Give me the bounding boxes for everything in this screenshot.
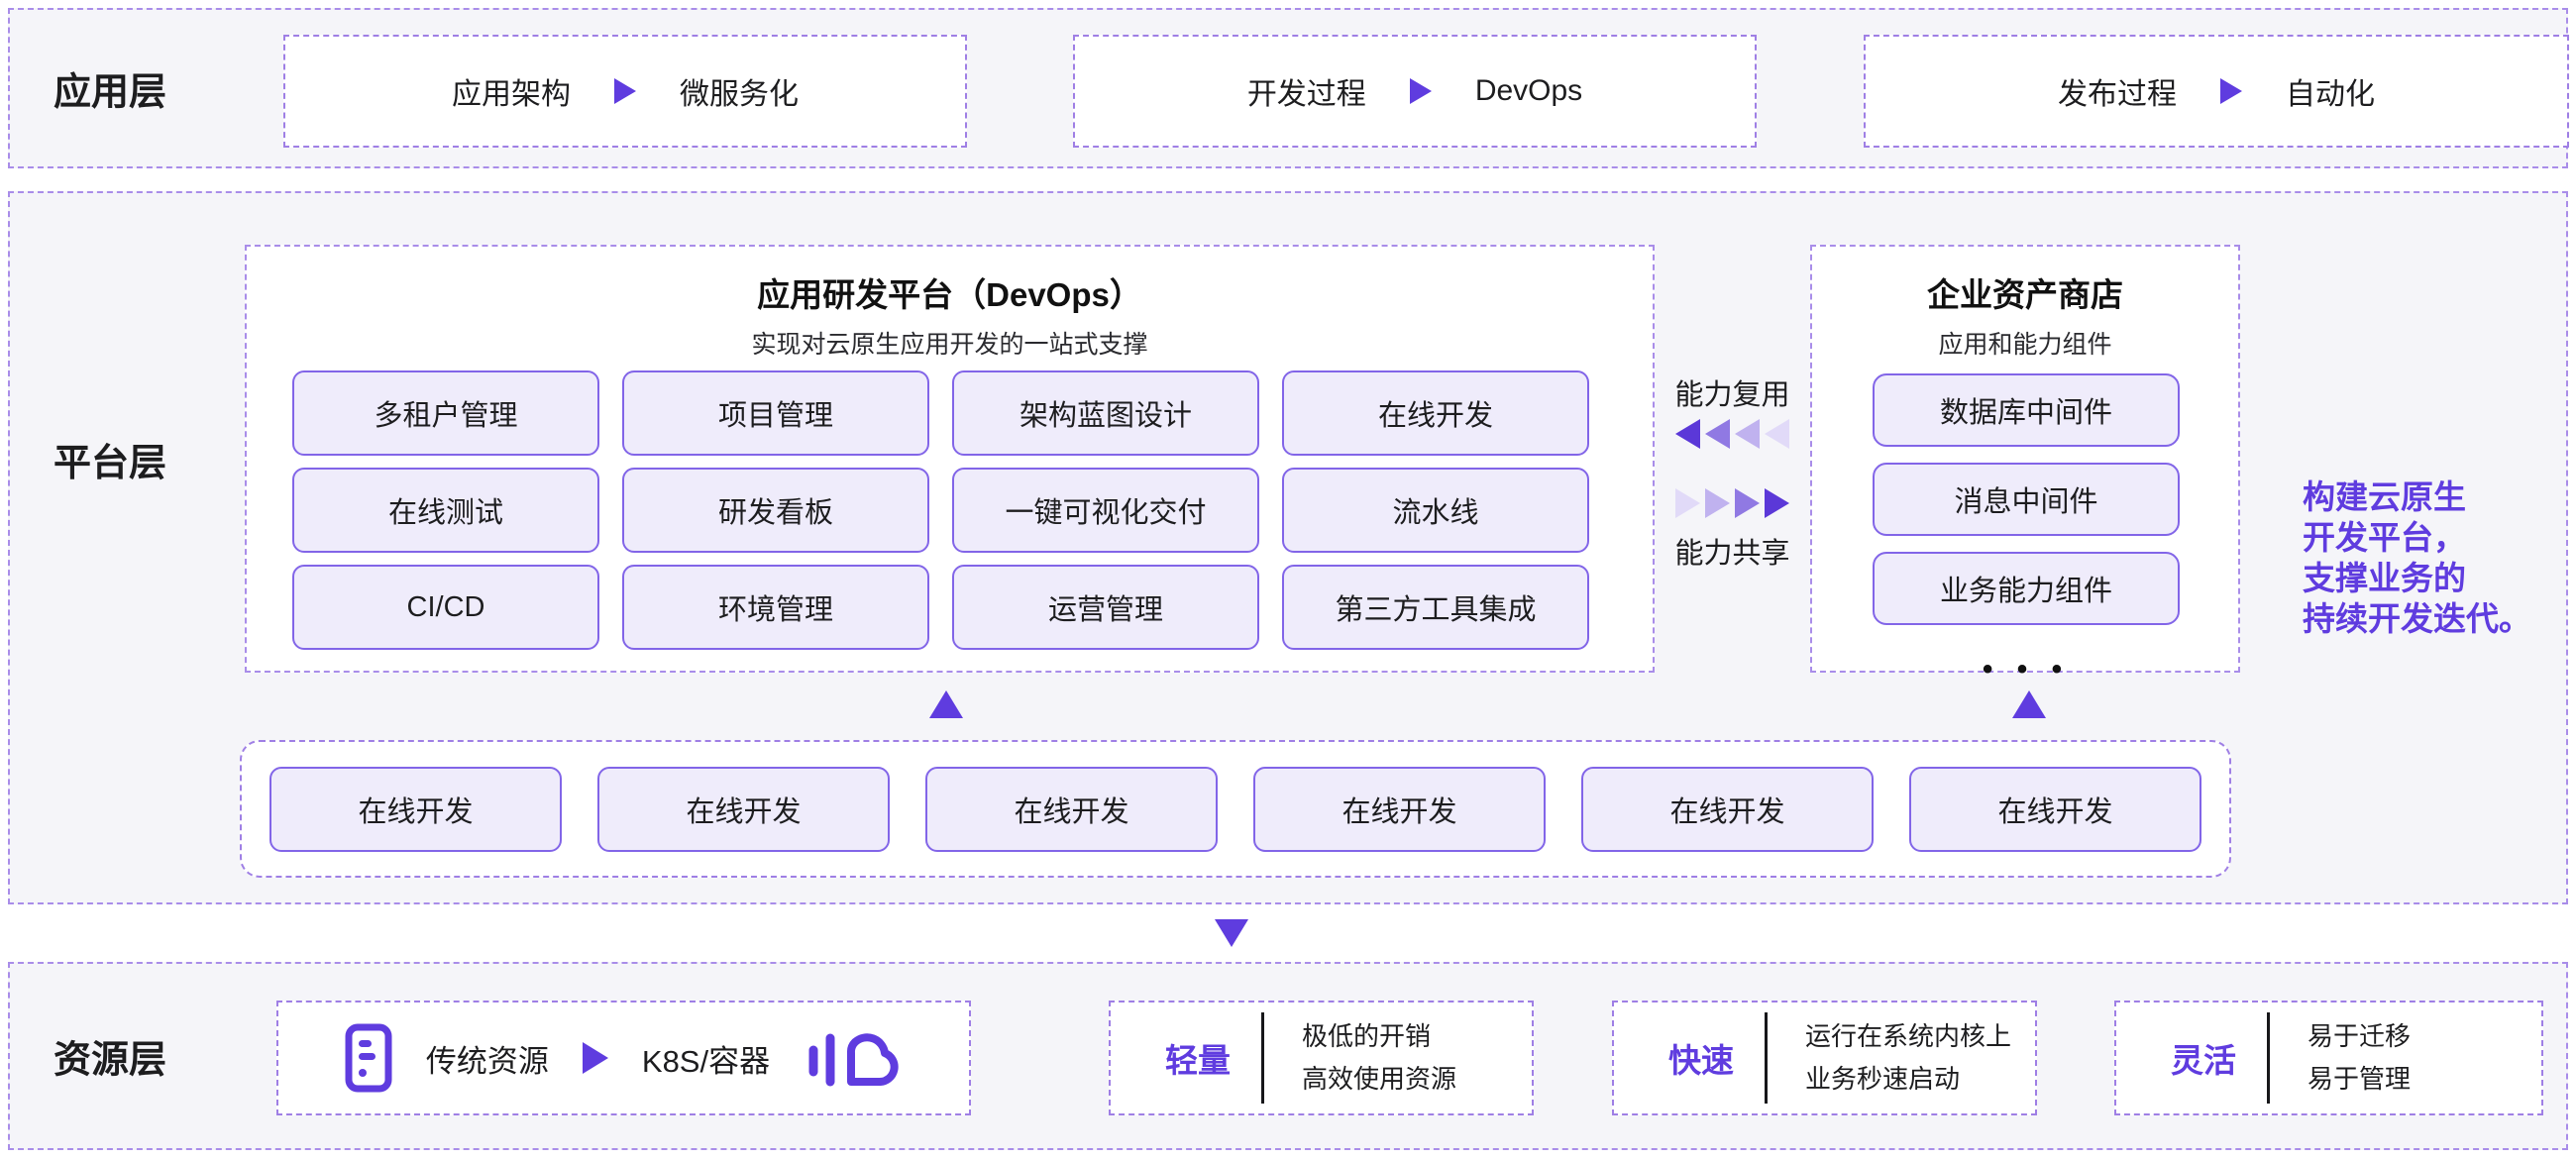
dev-process-box: 开发过程 DevOps (1073, 35, 1757, 148)
triangle-right-icon (1675, 488, 1700, 518)
arrow-right-icon (1410, 78, 1432, 104)
asset-panel-subtitle: 应用和能力组件 (1812, 325, 2238, 361)
divider (2267, 1012, 2270, 1104)
capability-reuse-label: 能力复用 (1655, 371, 1810, 413)
feature-name: 轻量 (1150, 1034, 1245, 1082)
application-layer-label: 应用层 (54, 61, 166, 116)
capability-share-label: 能力共享 (1655, 530, 1810, 572)
asset-panel-title: 企业资产商店 (1812, 268, 2238, 316)
dev-process-from: 开发过程 (1247, 69, 1366, 113)
asset-cell: 业务能力组件 (1873, 552, 2180, 625)
arrow-right-icon (2220, 78, 2242, 104)
app-architecture-box: 应用架构 微服务化 (283, 35, 967, 148)
arrow-up-icon (929, 690, 963, 718)
triangle-right-icon (1735, 488, 1760, 518)
grid-cell: 项目管理 (622, 370, 929, 456)
divider (1261, 1012, 1264, 1104)
feature-lightweight: 轻量 极低的开销 高效使用资源 (1109, 1001, 1534, 1115)
triangle-left-icon (1705, 419, 1730, 449)
resource-transition-box: 传统资源 K8S/容器 (276, 1001, 971, 1115)
feature-name: 灵活 (2156, 1034, 2251, 1082)
release-process-box: 发布过程 自动化 (1864, 35, 2569, 148)
feature-description: 极低的开销 高效使用资源 (1302, 1015, 1456, 1101)
triangle-right-icon (1765, 488, 1789, 518)
architecture-diagram: 应用层 应用架构 微服务化 开发过程 DevOps 发布过程 自动化 平台层 应… (0, 0, 2576, 1161)
grid-cell: 架构蓝图设计 (952, 370, 1259, 456)
online-dev-cell: 在线开发 (269, 767, 562, 852)
grid-cell: 一键可视化交付 (952, 468, 1259, 553)
transition-from: 传统资源 (426, 1036, 549, 1081)
arrows-left-icon (1655, 419, 1810, 449)
triangle-left-icon (1765, 419, 1789, 449)
feature-description: 运行在系统内核上 业务秒速启动 (1805, 1015, 2011, 1101)
online-dev-cell: 在线开发 (925, 767, 1218, 852)
online-dev-cell: 在线开发 (1909, 767, 2201, 852)
arrow-right-icon (614, 78, 636, 104)
online-dev-cell: 在线开发 (1253, 767, 1546, 852)
more-dots: • • • (1873, 653, 2180, 686)
slogan-line: 持续开发迭代。 (2303, 598, 2531, 639)
devops-capability-grid: 多租户管理 项目管理 架构蓝图设计 在线开发 在线测试 研发看板 一键可视化交付… (292, 370, 1589, 650)
feature-name: 快速 (1654, 1034, 1749, 1082)
slogan-text: 构建云原生 开发平台， 支撑业务的 持续开发迭代。 (2303, 476, 2531, 639)
arrow-down-icon (1215, 919, 1248, 947)
feature-line: 高效使用资源 (1302, 1058, 1456, 1101)
feature-flexible: 灵活 易于迁移 易于管理 (2114, 1001, 2543, 1115)
app-architecture-from: 应用架构 (452, 69, 571, 113)
asset-cell: 数据库中间件 (1873, 373, 2180, 447)
cloud-container-icon (804, 1022, 903, 1094)
capability-exchange-zone: 能力复用 能力共享 (1655, 245, 1810, 673)
feature-line: 易于迁移 (2308, 1015, 2411, 1058)
platform-layer-section: 平台层 应用研发平台（DevOps） 实现对云原生应用开发的一站式支撑 多租户管… (8, 191, 2568, 904)
triangle-left-icon (1735, 419, 1760, 449)
online-dev-cell: 在线开发 (597, 767, 890, 852)
asset-cell: 消息中间件 (1873, 463, 2180, 536)
devops-panel-title: 应用研发平台（DevOps） (247, 268, 1653, 316)
arrow-up-icon (2012, 690, 2046, 718)
triangle-right-icon (1705, 488, 1730, 518)
online-dev-row: 在线开发 在线开发 在线开发 在线开发 在线开发 在线开发 (240, 740, 2231, 878)
devops-platform-panel: 应用研发平台（DevOps） 实现对云原生应用开发的一站式支撑 多租户管理 项目… (245, 245, 1655, 673)
grid-cell: 在线测试 (292, 468, 599, 553)
grid-cell: 研发看板 (622, 468, 929, 553)
transition-to: K8S/容器 (642, 1036, 770, 1081)
dev-process-to: DevOps (1475, 74, 1582, 108)
grid-cell: 运营管理 (952, 565, 1259, 650)
slogan-line: 构建云原生 (2303, 476, 2531, 517)
feature-line: 易于管理 (2308, 1058, 2411, 1101)
grid-cell: 环境管理 (622, 565, 929, 650)
asset-cells: 数据库中间件 消息中间件 业务能力组件 • • • (1873, 373, 2180, 686)
server-icon (345, 1023, 392, 1093)
arrow-right-icon (583, 1042, 608, 1074)
grid-cell: 在线开发 (1282, 370, 1589, 456)
feature-line: 运行在系统内核上 (1805, 1015, 2011, 1058)
platform-layer-label: 平台层 (54, 432, 166, 486)
online-dev-cell: 在线开发 (1581, 767, 1874, 852)
arrows-right-icon (1655, 488, 1810, 518)
release-process-from: 发布过程 (2058, 69, 2177, 113)
grid-cell: 第三方工具集成 (1282, 565, 1589, 650)
feature-description: 易于迁移 易于管理 (2308, 1015, 2411, 1101)
release-process-to: 自动化 (2286, 69, 2375, 113)
grid-cell: 流水线 (1282, 468, 1589, 553)
platform-layer-label-wrap: 平台层 (54, 245, 166, 673)
asset-store-panel: 企业资产商店 应用和能力组件 数据库中间件 消息中间件 业务能力组件 • • • (1810, 245, 2240, 673)
grid-cell: 多租户管理 (292, 370, 599, 456)
grid-cell: CI/CD (292, 565, 599, 650)
feature-fast: 快速 运行在系统内核上 业务秒速启动 (1612, 1001, 2037, 1115)
feature-line: 极低的开销 (1302, 1015, 1456, 1058)
divider (1765, 1012, 1768, 1104)
application-layer-section: 应用层 应用架构 微服务化 开发过程 DevOps 发布过程 自动化 (8, 8, 2568, 168)
slogan-line: 支撑业务的 (2303, 558, 2531, 598)
resource-layer-section: 资源层 传统资源 K8S/容器 轻量 极低的开销 高效使用资源 (8, 962, 2568, 1150)
triangle-left-icon (1675, 419, 1700, 449)
slogan-line: 开发平台， (2303, 517, 2531, 558)
feature-line: 业务秒速启动 (1805, 1058, 2011, 1101)
resource-layer-label: 资源层 (54, 1029, 166, 1084)
devops-panel-subtitle: 实现对云原生应用开发的一站式支撑 (247, 325, 1653, 361)
app-architecture-to: 微服务化 (680, 69, 799, 113)
